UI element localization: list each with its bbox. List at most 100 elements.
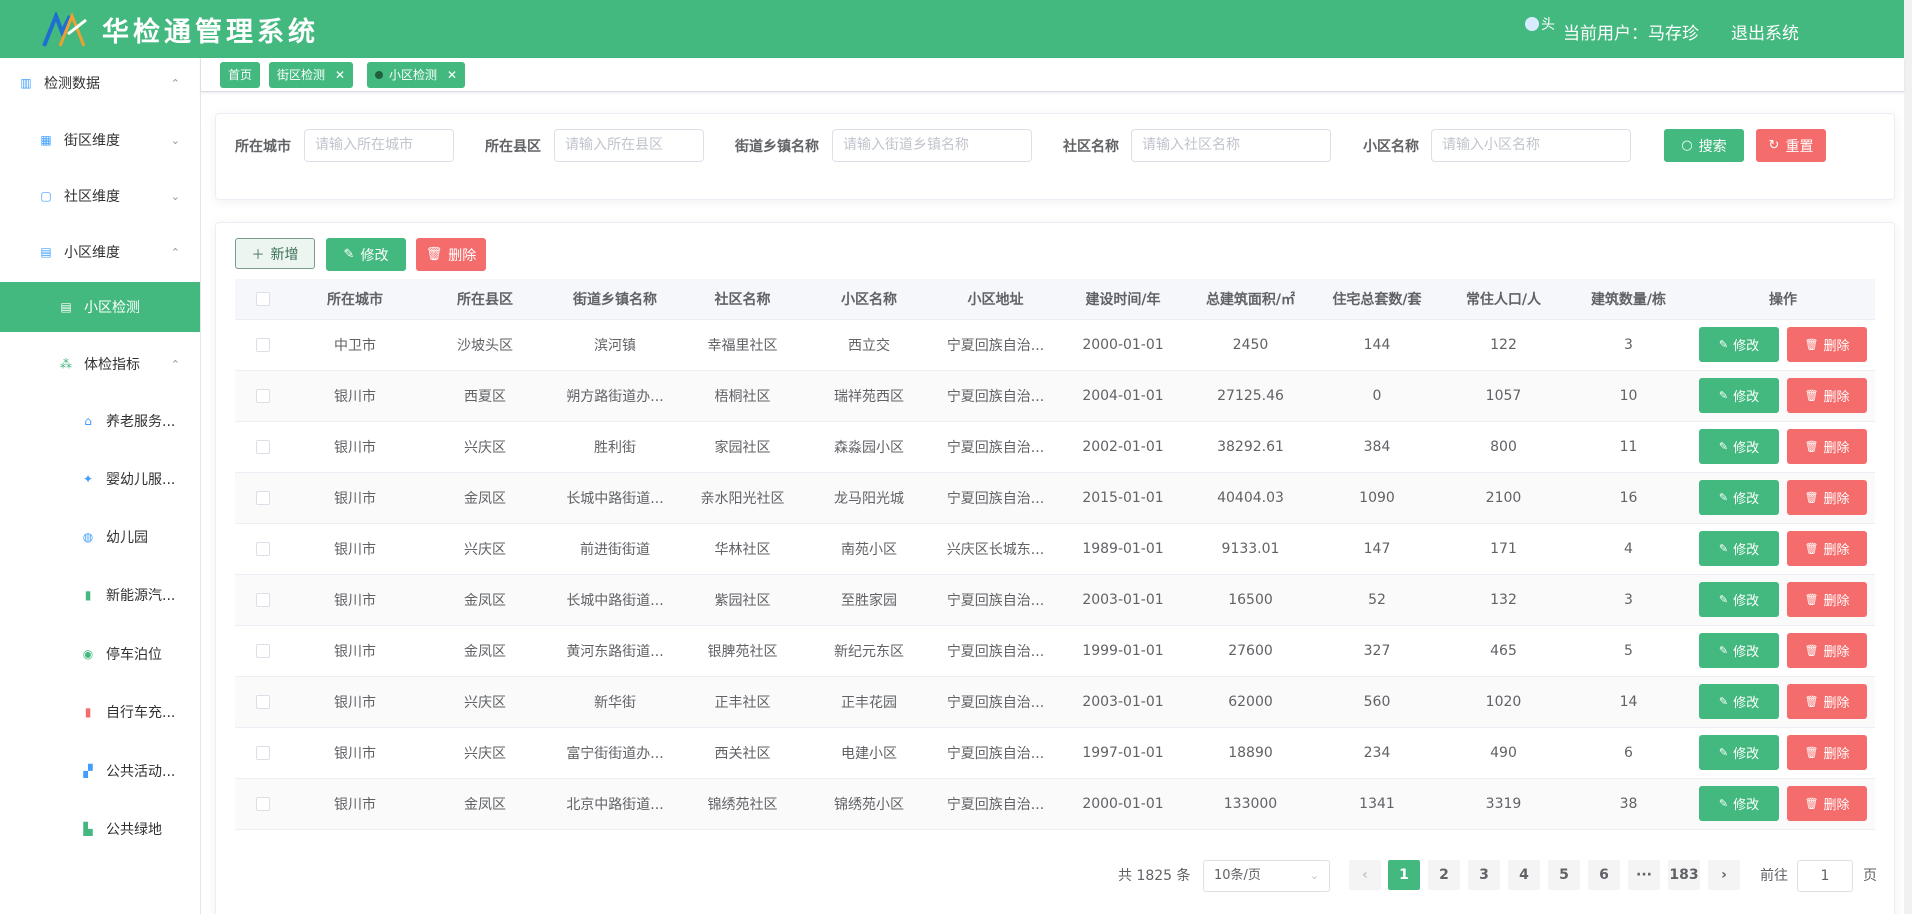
table-row[interactable]: 中卫市 沙坡头区 滨河镇 幸福里社区 西立交 宁夏回族自治... 2000-01-01 245… (235, 319, 1875, 371)
more-pages-button[interactable]: ··· (1628, 860, 1660, 890)
row-edit-button[interactable]: ✎ 修改 (1699, 327, 1779, 362)
row-checkbox[interactable] (255, 388, 270, 403)
sidebar-item[interactable]: ▤ 小区检测 (0, 282, 200, 332)
table-cell: 38292.61 (1188, 421, 1313, 473)
row-edit-button[interactable]: ✎ 修改 (1699, 582, 1779, 617)
row-checkbox[interactable] (255, 796, 270, 811)
county-input[interactable]: 请输入所在县区 (554, 129, 704, 162)
table-cell: 兴庆区 (420, 421, 550, 473)
row-edit-button[interactable]: ✎ 修改 (1699, 531, 1779, 566)
sidebar-item[interactable]: ▮ 新能源汽... (0, 570, 200, 620)
row-checkbox[interactable] (255, 592, 270, 607)
search-button[interactable]: ○ 搜索 (1664, 129, 1744, 162)
page-button[interactable]: 183 (1668, 860, 1700, 890)
row-checkbox[interactable] (255, 745, 270, 760)
row-checkbox[interactable] (255, 694, 270, 709)
row-checkbox[interactable] (255, 541, 270, 556)
sidebar-item[interactable]: ⁂ 体检指标 ⌃ (0, 339, 200, 389)
row-delete-label: 删除 (1823, 339, 1850, 354)
page-scrollbar[interactable] (1904, 0, 1912, 914)
next-page-button[interactable]: › (1708, 860, 1740, 890)
tag-estate-check[interactable]: 小区检测 ✕ (367, 62, 466, 88)
page-button[interactable]: 3 (1468, 860, 1500, 890)
page-button[interactable]: 1 (1388, 860, 1420, 890)
delete-button[interactable]: 🗑 删除 (416, 238, 486, 271)
table-cell: 122 (1441, 319, 1566, 371)
logout-button[interactable]: 退出系统 (1731, 19, 1799, 44)
chevron-up-icon: ⌃ (170, 76, 180, 90)
building-data-icon: ▥ (20, 76, 32, 90)
add-button[interactable]: ＋ 新增 (235, 238, 315, 269)
sidebar-item[interactable]: ✦ 婴幼儿服... (0, 454, 200, 504)
edit-icon: ✎ (1718, 593, 1729, 606)
page-button[interactable]: 5 (1548, 860, 1580, 890)
sidebar-item[interactable]: ▞ 公共活动... (0, 746, 200, 796)
reset-button[interactable]: ↻ 重置 (1756, 129, 1826, 162)
page-size-select[interactable]: 10条/页 ⌄ (1203, 860, 1330, 892)
row-checkbox[interactable] (255, 337, 270, 352)
row-delete-button[interactable]: 🗑 删除 (1787, 480, 1867, 515)
row-delete-button[interactable]: 🗑 删除 (1787, 531, 1867, 566)
row-edit-button[interactable]: ✎ 修改 (1699, 480, 1779, 515)
street-input[interactable]: 请输入街道乡镇名称 (832, 129, 1032, 162)
estate-input[interactable]: 请输入小区名称 (1431, 129, 1631, 162)
city-input[interactable]: 请输入所在城市 (304, 129, 454, 162)
sidebar-item[interactable]: ◉ 停车泊位 (0, 629, 200, 679)
row-delete-label: 删除 (1823, 645, 1850, 660)
sidebar-item[interactable]: ▢ 社区维度 ⌄ (0, 171, 200, 221)
row-edit-button[interactable]: ✎ 修改 (1699, 735, 1779, 770)
close-icon[interactable]: ✕ (447, 62, 457, 88)
goto-page-input[interactable]: 1 (1797, 860, 1853, 892)
row-delete-button[interactable]: 🗑 删除 (1787, 735, 1867, 770)
close-icon[interactable]: ✕ (335, 62, 345, 88)
sidebar-item[interactable]: ◍ 幼儿园 (0, 512, 200, 562)
table-row[interactable]: 银川市 金凤区 黄河东路街道... 银脾苑社区 新纪元东区 宁夏回族自治... 1999-0… (235, 625, 1875, 677)
row-delete-button[interactable]: 🗑 删除 (1787, 378, 1867, 413)
table-row[interactable]: 银川市 兴庆区 新华街 正丰社区 正丰花园 宁夏回族自治... 2003-01-01 6200… (235, 676, 1875, 728)
row-edit-button[interactable]: ✎ 修改 (1699, 633, 1779, 668)
page-button[interactable]: 4 (1508, 860, 1540, 890)
row-edit-button[interactable]: ✎ 修改 (1699, 429, 1779, 464)
actions-cell: ✎ 修改 🗑 删除 (1691, 370, 1875, 422)
tag-street-check[interactable]: 街区检测 ✕ (269, 62, 354, 88)
select-cell (235, 319, 290, 371)
table-row[interactable]: 银川市 金凤区 长城中路街道... 亲水阳光社区 龙马阳光城 宁夏回族自治... 2015-… (235, 472, 1875, 524)
table-row[interactable]: 银川市 兴庆区 前进街街道 华林社区 南苑小区 兴庆区长城东... 1989-01-01 91… (235, 523, 1875, 575)
row-delete-button[interactable]: 🗑 删除 (1787, 429, 1867, 464)
row-checkbox[interactable] (255, 490, 270, 505)
row-edit-button[interactable]: ✎ 修改 (1699, 786, 1779, 821)
select-all-checkbox[interactable] (255, 291, 270, 306)
actions-cell: ✎ 修改 🗑 删除 (1691, 625, 1875, 677)
table-row[interactable]: 银川市 西夏区 朔方路街道办... 梧桐社区 瑞祥苑西区 宁夏回族自治... 2004-01… (235, 370, 1875, 422)
table-row[interactable]: 银川市 金凤区 北京中路街道... 锦绣苑社区 锦绣苑小区 宁夏回族自治... 2000-0… (235, 778, 1875, 830)
delete-button-label: 删除 (448, 247, 477, 264)
prev-page-button[interactable]: ‹ (1349, 860, 1381, 890)
column-header: 住宅总套数/套 (1313, 279, 1441, 320)
row-delete-button[interactable]: 🗑 删除 (1787, 327, 1867, 362)
row-checkbox[interactable] (255, 439, 270, 454)
row-delete-button[interactable]: 🗑 删除 (1787, 684, 1867, 719)
sidebar-item-label: 停车泊位 (106, 647, 162, 663)
sidebar-item[interactable]: ▮ 自行车充... (0, 687, 200, 737)
table-row[interactable]: 银川市 兴庆区 富宁街街道办... 西关社区 电建小区 宁夏回族自治... 1997-01-… (235, 727, 1875, 779)
community-input[interactable]: 请输入社区名称 (1131, 129, 1331, 162)
row-delete-button[interactable]: 🗑 删除 (1787, 786, 1867, 821)
row-edit-button[interactable]: ✎ 修改 (1699, 378, 1779, 413)
select-cell (235, 523, 290, 575)
sidebar-item[interactable]: ▦ 街区维度 ⌄ (0, 115, 200, 165)
sidebar-item[interactable]: ▤ 小区维度 ⌃ (0, 227, 200, 277)
page-button[interactable]: 2 (1428, 860, 1460, 890)
table-row[interactable]: 银川市 金凤区 长城中路街道... 紫园社区 至胜家园 宁夏回族自治... 2003-01-… (235, 574, 1875, 626)
sidebar-item[interactable]: ▥ 检测数据 ⌃ (0, 58, 200, 108)
row-delete-button[interactable]: 🗑 删除 (1787, 582, 1867, 617)
avatar[interactable]: 头 (1525, 14, 1555, 34)
page-button[interactable]: 6 (1588, 860, 1620, 890)
edit-button[interactable]: ✎ 修改 (326, 238, 406, 271)
row-edit-button[interactable]: ✎ 修改 (1699, 684, 1779, 719)
tag-home[interactable]: 首页 (220, 62, 261, 88)
sidebar-item[interactable]: ⌂ 养老服务... (0, 396, 200, 446)
row-delete-button[interactable]: 🗑 删除 (1787, 633, 1867, 668)
sidebar-item[interactable]: ▙ 公共绿地 (0, 804, 200, 854)
table-row[interactable]: 银川市 兴庆区 胜利街 家园社区 森淼园小区 宁夏回族自治... 2002-01-01 382… (235, 421, 1875, 473)
row-checkbox[interactable] (255, 643, 270, 658)
